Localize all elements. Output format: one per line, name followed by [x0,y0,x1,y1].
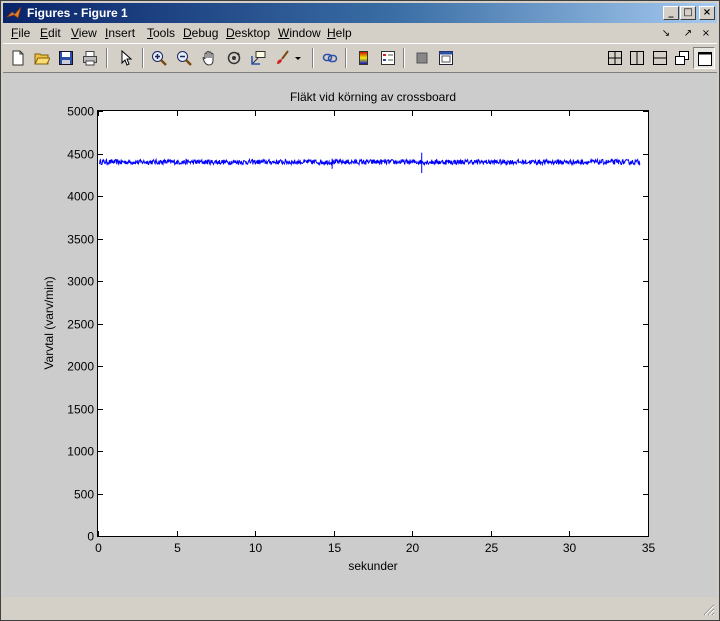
open-file-button[interactable] [31,47,53,69]
colorbar-icon [359,51,368,65]
window-title: Figures - Figure 1 [27,6,128,20]
chart-title: Fläkt vid körning av crossboard [290,90,456,104]
insert-legend-button[interactable] [377,47,399,69]
new-figure-icon [12,50,24,66]
menu-desktop[interactable]: Desktop [226,26,270,40]
y-tick-label: 1000 [67,445,94,459]
insert-colorbar-button[interactable] [353,47,375,69]
data-cursor-icon [251,51,266,65]
y-tick-label: 3500 [67,233,94,247]
resize-grip-icon[interactable] [703,604,715,616]
menu-file[interactable]: File [11,26,30,40]
edit-plot-button[interactable] [115,47,137,69]
y-tick-label: 4000 [67,190,94,204]
matlab-logo-icon [6,6,22,19]
split-rows-button[interactable] [649,47,671,69]
brush-dropdown[interactable] [293,47,305,69]
save-button[interactable] [55,47,77,69]
brush-button[interactable] [271,47,293,69]
split-rows-icon [653,51,667,65]
tile-layout-button[interactable] [604,47,626,69]
tile-grid-icon [608,51,622,65]
zoom-out-icon [177,51,192,66]
float-icon [675,51,689,65]
minimize-button[interactable]: _ [663,6,679,20]
zoom-out-button[interactable] [173,47,195,69]
open-file-icon [34,53,50,65]
menu-view[interactable]: View [71,26,97,40]
menu-window[interactable]: Window [278,26,321,40]
close-figure-icon[interactable]: × [699,27,713,41]
save-icon [59,51,73,65]
menu-tools[interactable]: Tools [147,26,175,40]
y-tick-label: 2500 [67,318,94,332]
close-button[interactable]: × [699,6,715,20]
data-cursor-button[interactable] [247,47,269,69]
y-tick-label: 2000 [67,360,94,374]
x-tick-label: 30 [563,541,577,555]
x-tick-label: 20 [406,541,420,555]
figure-canvas: 0 5 10 15 20 25 30 35 0 500 1000 1500 2000 2500 3000 35… [3,73,717,597]
toolbar-separator [106,48,108,68]
pan-hand-icon [202,50,214,66]
undock-arrow-icon[interactable]: ↗ [681,27,695,41]
menu-help[interactable]: Help [327,26,352,40]
y-tick-label: 500 [74,488,94,502]
line-plot[interactable]: 0 5 10 15 20 25 30 35 0 500 1000 1500 2000 2500 3000 35… [3,73,717,597]
brush-dropdown-icon [295,57,301,60]
status-bar [3,598,717,618]
menu-edit[interactable]: Edit [40,26,61,40]
zoom-in-icon [152,51,167,66]
figure-toolbar [3,43,717,73]
x-axis-label: sekunder [348,559,397,573]
toolbar-separator [312,48,314,68]
y-tick-label: 4500 [67,148,94,162]
print-icon [83,51,97,66]
rotate-3d-icon [227,51,241,65]
x-tick-label: 35 [642,541,656,555]
x-tick-label: 25 [485,541,499,555]
menu-bar: File Edit View Insert Tools Debug Deskto… [3,24,717,42]
toolbar-separator [403,48,405,68]
menu-insert[interactable]: Insert [105,26,135,40]
link-plot-button[interactable] [319,47,341,69]
float-figure-button[interactable] [671,47,693,69]
maximize-button[interactable]: □ [680,6,696,20]
hide-plot-tools-icon [416,52,428,64]
x-tick-label: 15 [328,541,342,555]
brush-icon [277,50,289,64]
rotate-3d-button[interactable] [223,47,245,69]
y-tick-label: 0 [87,530,94,544]
title-bar[interactable]: Figures - Figure 1 _ □ × [3,3,717,23]
x-tick-label: 0 [95,541,102,555]
menu-debug[interactable]: Debug [183,26,218,40]
pan-button[interactable] [198,47,220,69]
plot-axes [97,110,649,537]
y-tick-label: 3000 [67,275,94,289]
toolbar-separator [142,48,144,68]
y-tick-label: 1500 [67,403,94,417]
figure-window: Figures - Figure 1 _ □ × File Edit View … [0,0,720,621]
y-tick-label: 5000 [67,105,94,119]
new-figure-button[interactable] [7,47,29,69]
print-button[interactable] [79,47,101,69]
split-columns-icon [630,51,644,65]
show-plot-tools-button[interactable] [435,47,457,69]
legend-icon [381,51,395,65]
x-tick-label: 5 [174,541,181,555]
toolbar-separator [345,48,347,68]
y-axis-label: Varvtal (varv/min) [42,276,56,369]
hide-plot-tools-button[interactable] [411,47,433,69]
x-tick-label: 10 [249,541,263,555]
maximize-figure-button[interactable] [693,47,715,69]
dock-arrow-icon[interactable]: ↘ [659,27,673,41]
show-plot-tools-icon [439,51,453,65]
link-plot-icon [322,53,338,63]
zoom-in-button[interactable] [148,47,170,69]
maximize-figure-icon [698,52,712,66]
pointer-icon [121,50,133,66]
split-columns-button[interactable] [626,47,648,69]
